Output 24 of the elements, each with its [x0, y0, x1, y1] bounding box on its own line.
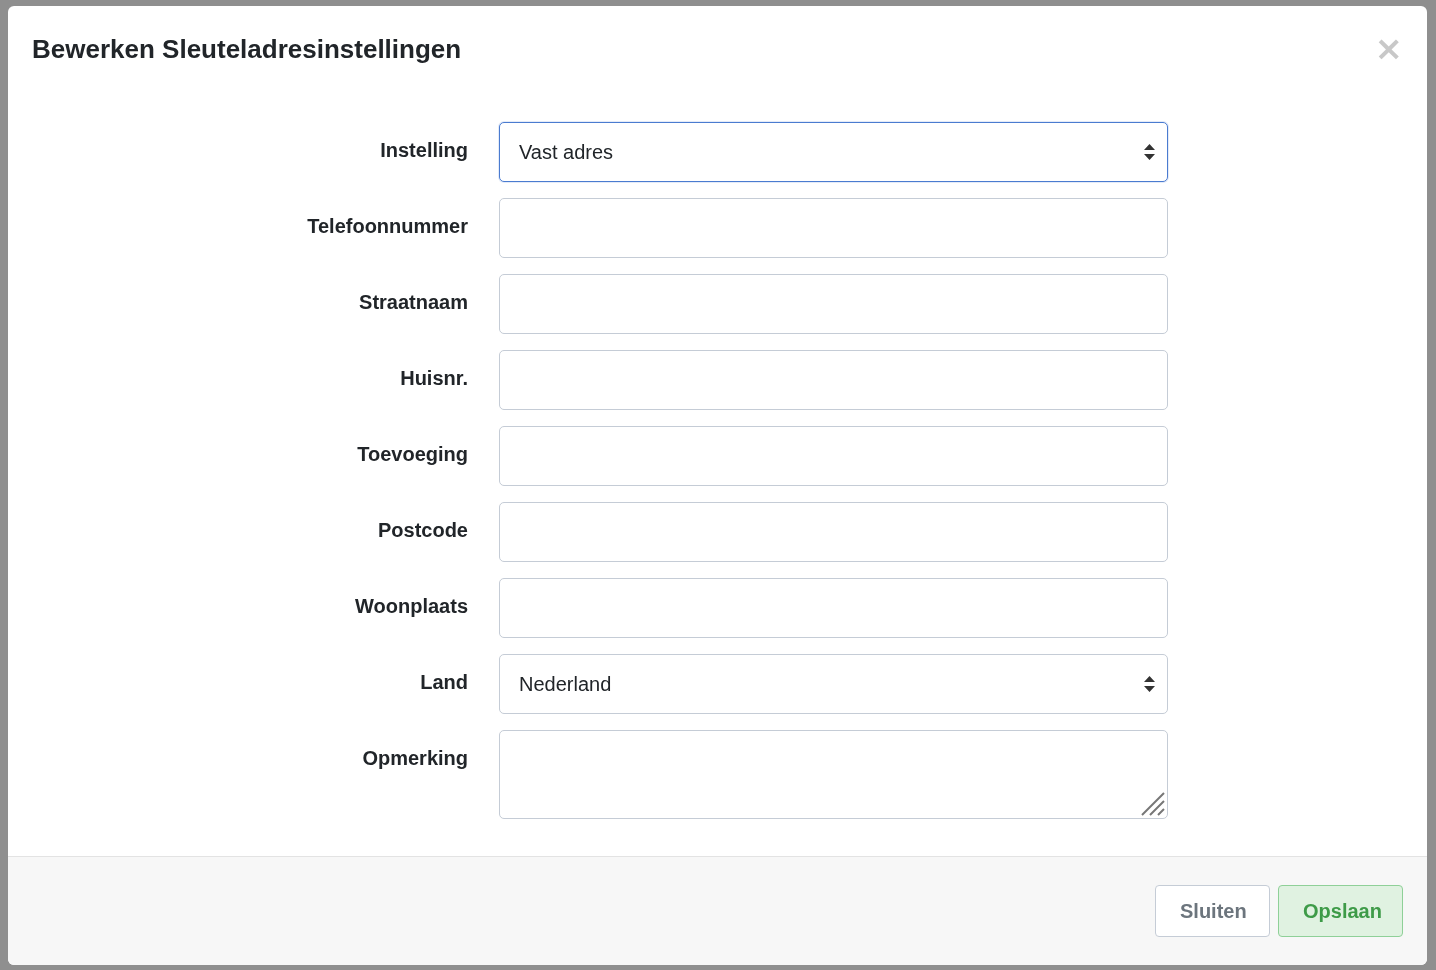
dialog-title: Bewerken Sleuteladresinstellingen	[32, 34, 462, 65]
input-field[interactable]	[499, 578, 1168, 638]
sort-caret-icon	[1144, 144, 1155, 160]
field-label: Telefoonnummer	[306, 214, 468, 238]
textarea-field[interactable]	[499, 730, 1168, 819]
input-field[interactable]	[499, 426, 1168, 486]
select-field[interactable]: Nederland	[499, 654, 1168, 714]
close-button[interactable]: Sluiten	[1155, 885, 1270, 937]
resize-grip-icon	[1140, 791, 1165, 816]
select-field[interactable]: Vast adres	[499, 122, 1168, 182]
field-label: Woonplaats	[354, 594, 468, 618]
field-label: Huisnr.	[399, 366, 468, 390]
save-button[interactable]: Opslaan	[1278, 885, 1403, 937]
field-label: Land	[419, 670, 468, 694]
field-label: Postcode	[376, 518, 468, 542]
field-label: Opmerking	[361, 746, 468, 770]
field-label: Toevoeging	[356, 442, 468, 466]
input-field[interactable]	[499, 198, 1168, 258]
field-label: Instelling	[379, 138, 468, 162]
field-label: Straatnaam	[358, 290, 468, 314]
sort-caret-icon	[1144, 676, 1155, 692]
input-field[interactable]	[499, 274, 1168, 334]
input-field[interactable]	[499, 502, 1168, 562]
input-field[interactable]	[499, 350, 1168, 410]
